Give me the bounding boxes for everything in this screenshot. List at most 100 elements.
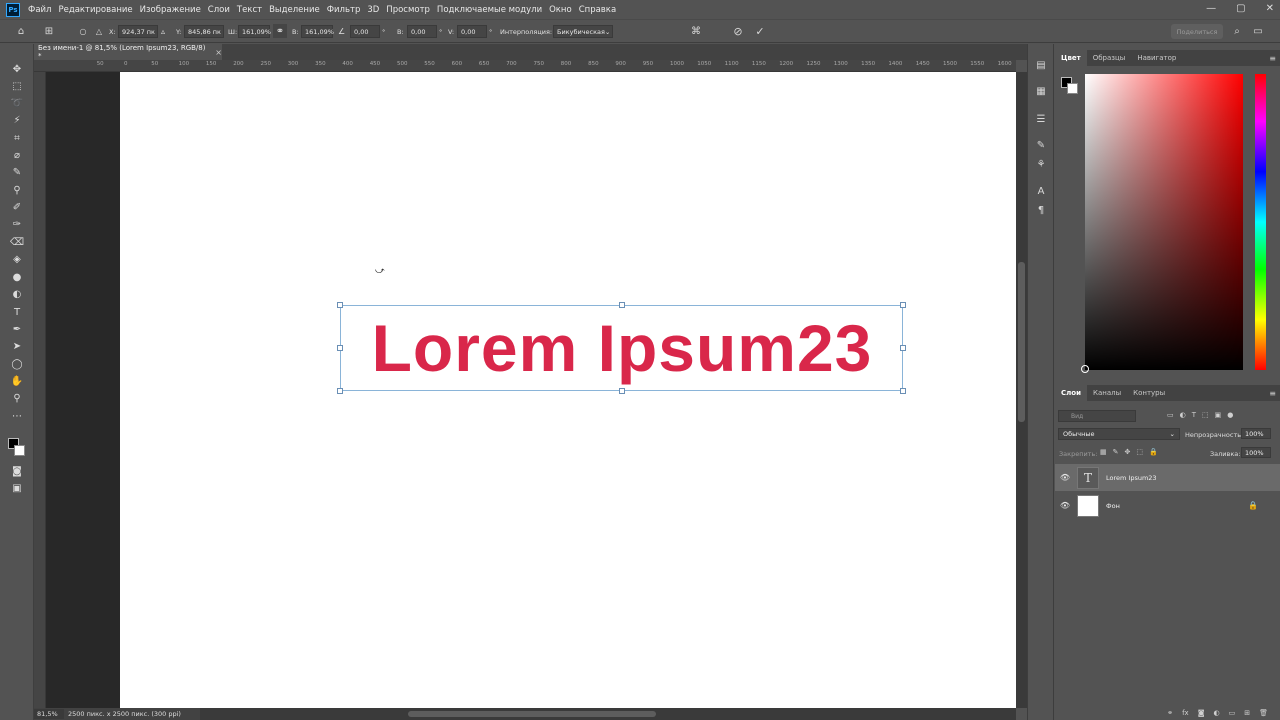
menu-file[interactable]: Файл [28, 5, 51, 15]
move-tool-icon[interactable]: ✥ [9, 62, 25, 76]
lock-position-icon[interactable]: ✥ [1125, 448, 1131, 456]
adjustment-filter-icon[interactable]: ◐ [1180, 411, 1186, 419]
menu-help[interactable]: Справка [579, 5, 616, 15]
link-proportions-icon[interactable]: ⚭ [273, 24, 287, 38]
paint-bucket-tool-icon[interactable]: ◈ [9, 252, 25, 266]
home-icon[interactable]: ⌂ [14, 24, 28, 38]
blend-mode-select[interactable]: Обычные ⌄ [1058, 428, 1180, 440]
swatches-panel-icon[interactable]: ▦ [1034, 84, 1048, 98]
tab-navigator[interactable]: Навигатор [1131, 50, 1182, 66]
filter-toggle-icon[interactable]: ● [1227, 411, 1233, 419]
menu-filter[interactable]: Фильтр [327, 5, 361, 15]
vertical-scrollbar[interactable] [1016, 72, 1027, 708]
zoom-field[interactable]: 81,5% [34, 709, 64, 719]
tab-color[interactable]: Цвет [1055, 50, 1087, 66]
color-picker-ring[interactable] [1081, 365, 1089, 373]
clone-source-icon[interactable]: ⚘ [1034, 157, 1048, 171]
vskew-field[interactable]: 0,00 [457, 25, 487, 38]
document-tab[interactable]: Без имени-1 @ 81,5% (Lorem Ipsum23, RGB/… [34, 44, 222, 60]
tab-layers[interactable]: Слои [1055, 385, 1087, 401]
reference-toggle-icon[interactable]: ○ [76, 24, 90, 38]
y-field[interactable]: 845,86 пк [184, 25, 224, 38]
share-button[interactable]: Поделиться [1171, 24, 1223, 39]
minimize-icon[interactable]: — [1206, 3, 1216, 14]
paragraph-panel-icon[interactable]: ¶ [1034, 203, 1048, 217]
lock-artboard-icon[interactable]: ⬚ [1136, 448, 1143, 456]
layer-filter-input[interactable]: Вид [1058, 410, 1136, 422]
type-filter-icon[interactable]: T [1192, 411, 1196, 419]
new-group-icon[interactable]: ▭ [1229, 709, 1236, 717]
delete-layer-icon[interactable]: 🗑 [1259, 709, 1268, 717]
tab-paths[interactable]: Контуры [1127, 385, 1171, 401]
ellipse-tool-icon[interactable]: ◯ [9, 357, 25, 371]
brush-tool-icon[interactable]: ✐ [9, 200, 25, 214]
link-layers-icon[interactable]: ⚭ [1167, 709, 1173, 717]
menu-layers[interactable]: Слои [208, 5, 230, 15]
screen-mode-icon[interactable]: ▣ [9, 481, 25, 495]
menu-view[interactable]: Просмотр [386, 5, 430, 15]
panel-menu-icon[interactable]: ≡ [1269, 54, 1276, 63]
character-panel-icon[interactable]: A [1034, 184, 1048, 198]
color-panel-icon[interactable]: ▤ [1034, 58, 1048, 72]
history-brush-tool-icon[interactable]: ✑ [9, 217, 25, 231]
path-selection-tool-icon[interactable]: ➤ [9, 339, 25, 353]
cancel-transform-icon[interactable]: ⊘ [731, 24, 745, 38]
type-tool-icon[interactable]: T [9, 305, 25, 319]
layers-menu-icon[interactable]: ≡ [1269, 389, 1276, 398]
healing-brush-tool-icon[interactable]: ✎ [9, 165, 25, 179]
close-tab-icon[interactable]: × [215, 48, 222, 57]
document-canvas[interactable] [120, 72, 1016, 708]
zoom-tool-icon[interactable]: ⚲ [9, 391, 25, 405]
menu-edit[interactable]: Редактирование [58, 5, 132, 15]
commit-transform-icon[interactable]: ✓ [753, 24, 767, 38]
interpolation-select[interactable]: Бикубическая ⌄ [553, 25, 613, 38]
background-color-swatch[interactable] [14, 445, 25, 456]
more-tools-icon[interactable]: ⋯ [9, 409, 25, 423]
magic-wand-tool-icon[interactable]: ⚡ [9, 113, 25, 127]
layer-style-icon[interactable]: fx [1182, 709, 1189, 717]
pen-tool-icon[interactable]: ✒ [9, 322, 25, 336]
hand-tool-icon[interactable]: ✋ [9, 374, 25, 388]
height-field[interactable]: 161,09% [301, 25, 334, 38]
relative-position-icon[interactable]: △ [92, 24, 106, 38]
lock-pixels-icon[interactable]: ✎ [1113, 448, 1119, 456]
x-field[interactable]: 924,37 пк [118, 25, 158, 38]
horizontal-scrollbar[interactable] [200, 708, 1016, 720]
add-mask-icon[interactable]: ◙ [1198, 709, 1205, 717]
eyedropper-tool-icon[interactable]: ⌀ [9, 148, 25, 162]
brush-settings-icon[interactable]: ✎ [1034, 138, 1048, 152]
angle-field[interactable]: 0,00 [350, 25, 380, 38]
quick-mask-icon[interactable]: ◙ [9, 464, 25, 478]
maximize-icon[interactable]: ▢ [1236, 3, 1245, 14]
close-window-icon[interactable]: ✕ [1266, 3, 1274, 14]
pixel-filter-icon[interactable]: ▭ [1167, 411, 1174, 419]
tab-swatches[interactable]: Образцы [1087, 50, 1132, 66]
dodge-tool-icon[interactable]: ◐ [9, 287, 25, 301]
lasso-tool-icon[interactable]: ➰ [9, 96, 25, 110]
tab-channels[interactable]: Каналы [1087, 385, 1127, 401]
adjustment-layer-icon[interactable]: ◐ [1214, 709, 1220, 717]
lock-transparency-icon[interactable]: ▦ [1100, 448, 1107, 456]
vertical-scroll-thumb[interactable] [1018, 262, 1025, 422]
layer-row-text[interactable]: 👁 T Lorem Ipsum23 [1055, 464, 1280, 491]
warp-icon[interactable]: ⌘ [689, 24, 703, 38]
fill-field[interactable]: 100% [1241, 447, 1271, 458]
menu-type[interactable]: Текст [237, 5, 262, 15]
hskew-field[interactable]: 0,00 [407, 25, 437, 38]
visibility-eye-icon[interactable]: 👁 [1055, 501, 1075, 510]
crop-tool-icon[interactable]: ⌗ [9, 131, 25, 145]
search-icon[interactable]: ⌕ [1230, 24, 1244, 38]
new-layer-icon[interactable]: ⊞ [1244, 709, 1250, 717]
color-picker-field[interactable] [1085, 74, 1243, 370]
stamp-tool-icon[interactable]: ⚲ [9, 183, 25, 197]
menu-image[interactable]: Изображение [140, 5, 201, 15]
width-field[interactable]: 161,09% [238, 25, 271, 38]
menu-select[interactable]: Выделение [269, 5, 320, 15]
shape-filter-icon[interactable]: ⬚ [1202, 411, 1209, 419]
menu-window[interactable]: Окно [549, 5, 572, 15]
background-swatch[interactable] [1067, 83, 1078, 94]
lock-all-icon[interactable]: 🔒 [1149, 448, 1158, 456]
adjustments-panel-icon[interactable]: ☰ [1034, 112, 1048, 126]
marquee-tool-icon[interactable]: ⬚ [9, 79, 25, 93]
menu-3d[interactable]: 3D [367, 5, 379, 15]
